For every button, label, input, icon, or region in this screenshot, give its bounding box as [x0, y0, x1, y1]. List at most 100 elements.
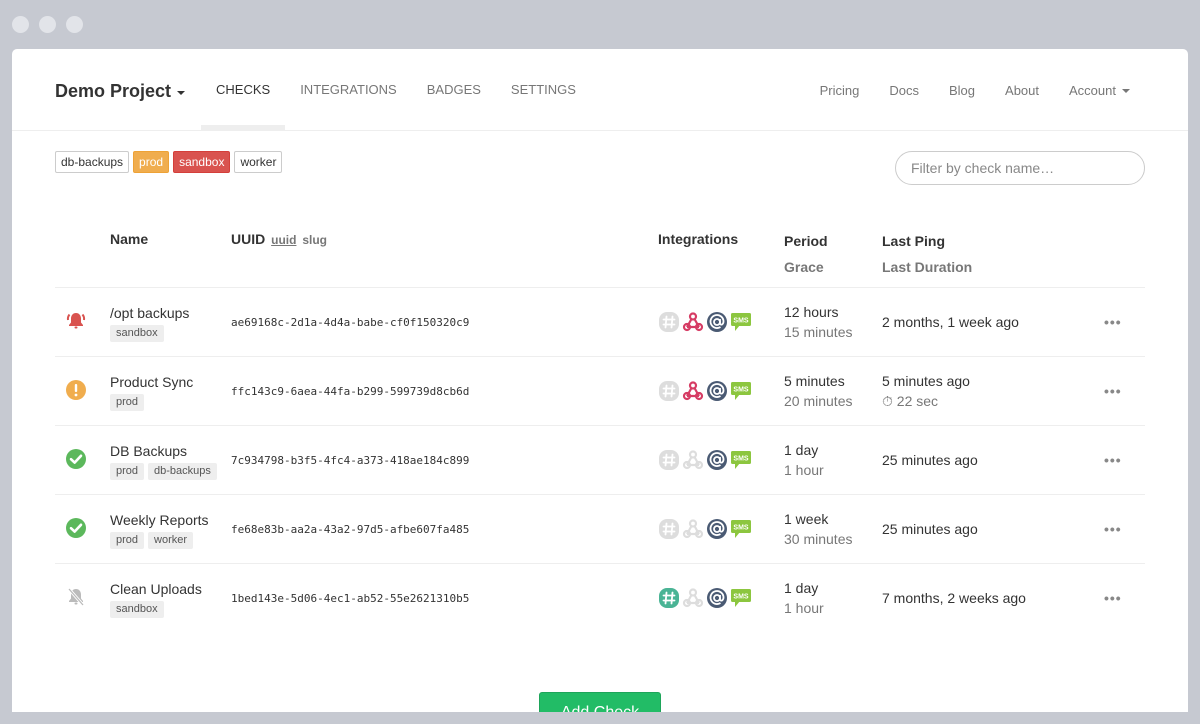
slack-icon[interactable]: [658, 449, 680, 471]
row-menu-cell: •••: [1092, 494, 1145, 564]
sms-icon[interactable]: SMS: [730, 380, 752, 402]
check-period: 1 day: [784, 442, 819, 458]
nav-blog[interactable]: Blog: [934, 49, 990, 131]
svg-text:SMS: SMS: [733, 525, 749, 532]
account-label: Account: [1069, 82, 1116, 98]
webhook-icon[interactable]: [682, 587, 704, 609]
integrations-cell: SMS: [658, 564, 784, 633]
check-tag: prod: [110, 393, 145, 411]
integrations-cell: SMS: [658, 287, 784, 357]
table-header: Name UUID uuid slug Integrations Period …: [55, 217, 1145, 288]
tag-filters: db-backups prod sandbox worker: [55, 151, 283, 173]
tag-filter-db-backups[interactable]: db-backups: [55, 151, 130, 173]
check-last-ping: 25 minutes ago: [882, 521, 978, 537]
row-menu-button[interactable]: •••: [1092, 590, 1122, 606]
period-cell[interactable]: 1 week 30 minutes: [784, 494, 882, 564]
nav-about[interactable]: About: [990, 49, 1054, 131]
check-row[interactable]: Clean Uploads sandbox 1bed143e-5d06-4ec1…: [55, 564, 1145, 633]
slack-icon[interactable]: [658, 311, 680, 333]
nav-settings[interactable]: SETTINGS: [496, 49, 591, 131]
check-tags: prod: [110, 393, 220, 411]
check-last-ping: 25 minutes ago: [882, 452, 978, 468]
check-grace: 30 minutes: [784, 531, 853, 547]
window-maximize-button[interactable]: [66, 16, 83, 33]
add-check-button[interactable]: Add Check: [539, 692, 661, 712]
name-cell[interactable]: /opt backups sandbox: [110, 287, 231, 357]
webhook-icon[interactable]: [682, 311, 704, 333]
email-icon[interactable]: [706, 587, 728, 609]
slug-display-toggle[interactable]: slug: [302, 233, 327, 247]
row-menu-cell: •••: [1092, 287, 1145, 357]
check-name: DB Backups: [110, 442, 188, 459]
tag-filter-sandbox[interactable]: sandbox: [173, 151, 231, 173]
check-grace: 1 hour: [784, 600, 824, 616]
name-cell[interactable]: Product Sync prod: [110, 356, 231, 426]
status-cell: [55, 425, 110, 495]
check-uuid: ae69168c-2d1a-4d4a-babe-cf0f150320c9: [231, 287, 658, 357]
check-last-duration: ⏱ 22 sec: [882, 393, 939, 409]
row-menu-button[interactable]: •••: [1092, 521, 1122, 537]
name-cell[interactable]: DB Backups prod db-backups: [110, 425, 231, 495]
window-close-button[interactable]: [12, 16, 29, 33]
sms-icon[interactable]: SMS: [730, 449, 752, 471]
check-row[interactable]: Product Sync prod ffc143c9-6aea-44fa-b29…: [55, 356, 1145, 426]
sms-icon[interactable]: SMS: [730, 311, 752, 333]
check-uuid: ffc143c9-6aea-44fa-b299-599739d8cb6d: [231, 356, 658, 426]
nav-pricing[interactable]: Pricing: [805, 49, 875, 131]
name-cell[interactable]: Weekly Reports prod worker: [110, 494, 231, 564]
slack-icon[interactable]: [658, 380, 680, 402]
nav-account-dropdown[interactable]: Account: [1054, 49, 1145, 131]
sms-icon[interactable]: SMS: [730, 518, 752, 540]
check-grace: 1 hour: [784, 462, 824, 478]
webhook-icon[interactable]: [682, 518, 704, 540]
email-icon[interactable]: [706, 380, 728, 402]
period-cell[interactable]: 5 minutes 20 minutes: [784, 356, 882, 426]
status-cell: [55, 356, 110, 426]
uuid-display-toggle[interactable]: uuid: [271, 233, 296, 247]
sms-icon[interactable]: SMS: [730, 587, 752, 609]
status-cell: [55, 494, 110, 564]
period-cell[interactable]: 12 hours 15 minutes: [784, 287, 882, 357]
project-dropdown[interactable]: Demo Project: [55, 81, 186, 102]
webhook-icon[interactable]: [682, 449, 704, 471]
header-name[interactable]: Name: [110, 217, 231, 288]
check-name: Weekly Reports: [110, 511, 209, 528]
header-grace-label: Grace: [784, 259, 824, 275]
window-minimize-button[interactable]: [39, 16, 56, 33]
check-grace: 15 minutes: [784, 324, 853, 340]
email-icon[interactable]: [706, 518, 728, 540]
check-row[interactable]: Weekly Reports prod worker fe68e83b-aa2a-…: [55, 494, 1145, 564]
header-period-label: Period: [784, 233, 828, 249]
project-name: Demo Project: [55, 81, 172, 101]
app-window: Demo Project CHECKS INTEGRATIONS BADGES …: [12, 49, 1188, 712]
nav-checks[interactable]: CHECKS: [201, 49, 286, 131]
filter-checks-input[interactable]: [895, 151, 1145, 185]
slack-icon[interactable]: [658, 587, 680, 609]
header-uuid: UUID uuid slug: [231, 217, 658, 288]
integrations-cell: SMS: [658, 356, 784, 426]
check-row[interactable]: /opt backups sandbox ae69168c-2d1a-4d4a-…: [55, 287, 1145, 357]
tag-filter-prod[interactable]: prod: [133, 151, 170, 173]
name-cell[interactable]: Clean Uploads sandbox: [110, 564, 231, 633]
row-menu-button[interactable]: •••: [1092, 383, 1122, 399]
check-last-ping: 2 months, 1 week ago: [882, 314, 1019, 330]
check-last-ping: 5 minutes ago: [882, 373, 970, 389]
email-icon[interactable]: [706, 311, 728, 333]
check-row[interactable]: DB Backups prod db-backups 7c934798-b3f5-…: [55, 425, 1145, 495]
webhook-icon[interactable]: [682, 380, 704, 402]
period-cell[interactable]: 1 day 1 hour: [784, 425, 882, 495]
check-tag: sandbox: [110, 324, 164, 342]
check-circle-icon: [65, 448, 87, 473]
nav-badges[interactable]: BADGES: [412, 49, 496, 131]
check-tag: prod: [110, 531, 145, 549]
tag-filter-worker[interactable]: worker: [234, 151, 283, 173]
email-icon[interactable]: [706, 449, 728, 471]
nav-integrations[interactable]: INTEGRATIONS: [285, 49, 412, 131]
slack-icon[interactable]: [658, 518, 680, 540]
period-cell[interactable]: 1 day 1 hour: [784, 564, 882, 633]
check-circle-icon: [65, 517, 87, 542]
nav-docs[interactable]: Docs: [874, 49, 934, 131]
header-last-ping-label[interactable]: Last Ping: [882, 233, 945, 249]
row-menu-button[interactable]: •••: [1092, 314, 1122, 330]
row-menu-button[interactable]: •••: [1092, 452, 1122, 468]
